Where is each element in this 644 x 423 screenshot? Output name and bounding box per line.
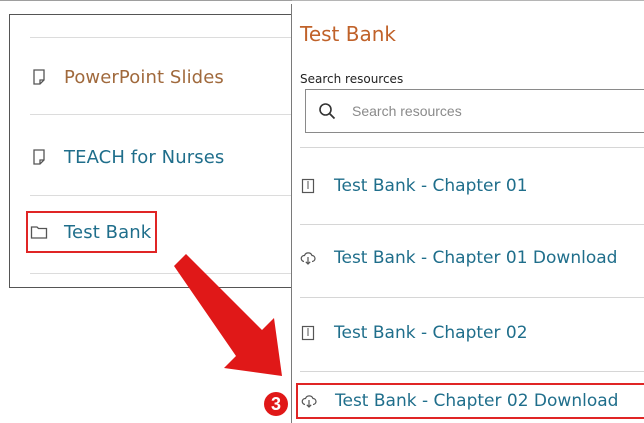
divider xyxy=(30,195,292,196)
annotation-arrow-icon xyxy=(174,254,282,376)
divider xyxy=(300,297,644,298)
search-box xyxy=(305,89,644,133)
test-bank-folder-link[interactable]: Test Bank xyxy=(25,211,158,253)
test-bank-folder-label: Test Bank xyxy=(64,221,152,243)
powerpoint-slides-label: PowerPoint Slides xyxy=(64,66,224,88)
panel-title: Test Bank xyxy=(300,22,396,46)
resource-item[interactable]: Test Bank - Chapter 02 Download xyxy=(296,383,644,419)
divider xyxy=(30,37,292,38)
divider xyxy=(30,114,292,115)
cloud-download-icon xyxy=(301,395,317,408)
teach-for-nurses-label: TEACH for Nurses xyxy=(64,146,225,168)
resource-item[interactable]: Test Bank - Chapter 01 xyxy=(300,168,528,204)
search-input[interactable] xyxy=(350,102,614,120)
resource-label: Test Bank - Chapter 01 Download xyxy=(334,248,618,268)
resource-label: Test Bank - Chapter 02 xyxy=(334,323,528,343)
resources-panel: Test Bank Search resources Test Bank - C… xyxy=(291,4,644,423)
resource-label: Test Bank - Chapter 02 Download xyxy=(335,391,619,411)
top-divider-left xyxy=(0,0,292,1)
divider xyxy=(300,224,644,225)
teach-for-nurses-link[interactable]: TEACH for Nurses xyxy=(30,137,224,177)
search-label: Search resources xyxy=(300,72,404,86)
document-icon xyxy=(33,149,45,165)
zip-file-icon xyxy=(301,178,315,194)
resource-item[interactable]: Test Bank - Chapter 02 xyxy=(300,315,528,351)
resource-item[interactable]: Test Bank - Chapter 01 Download xyxy=(300,240,617,276)
resource-label: Test Bank - Chapter 01 xyxy=(334,176,528,196)
divider xyxy=(300,147,644,148)
step-number-badge: 3 xyxy=(264,392,288,416)
search-icon[interactable] xyxy=(318,102,336,120)
document-icon xyxy=(33,69,45,85)
top-divider-right xyxy=(292,0,644,1)
course-content-panel: PowerPoint Slides TEACH for Nurses Test … xyxy=(9,14,292,288)
divider xyxy=(300,371,644,372)
cloud-download-icon xyxy=(300,252,316,265)
folder-icon xyxy=(30,226,48,239)
zip-file-icon xyxy=(301,325,315,341)
powerpoint-slides-link[interactable]: PowerPoint Slides xyxy=(30,57,224,97)
